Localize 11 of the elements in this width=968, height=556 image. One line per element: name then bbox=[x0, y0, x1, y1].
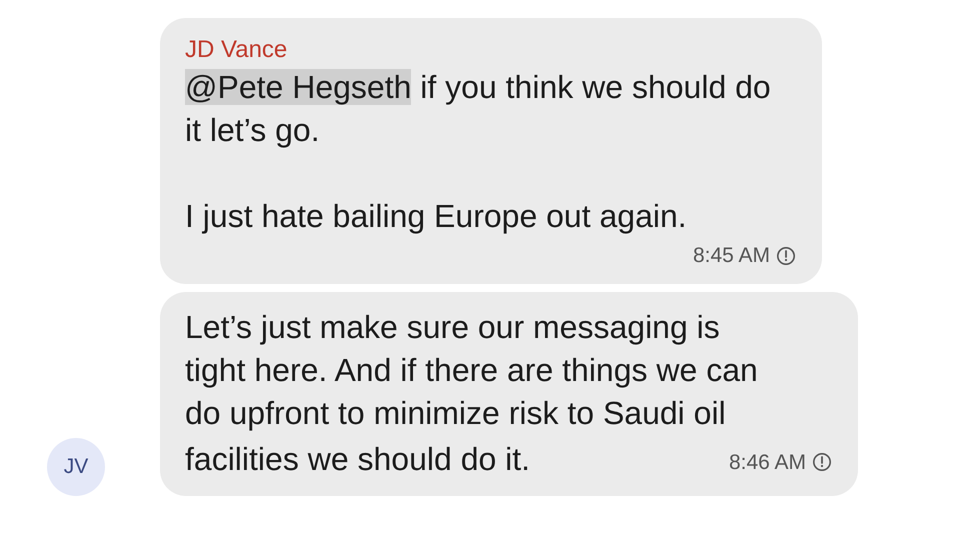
sender-name: JD Vance bbox=[185, 35, 288, 65]
timestamp: 8:46 AM bbox=[728, 450, 806, 476]
message-line: facilities we should do it. bbox=[185, 440, 530, 478]
message-text: @Pete Hegseth if you think we should do it let’s go. bbox=[185, 68, 772, 150]
mention-tag[interactable]: @Pete Hegseth bbox=[185, 69, 412, 105]
avatar[interactable]: JV bbox=[47, 438, 105, 496]
timestamp: 8:45 AM bbox=[692, 243, 770, 269]
message-line: do upfront to minimize risk to Saudi oil bbox=[185, 394, 726, 433]
message-line: Let’s just make sure our messaging is bbox=[185, 308, 720, 347]
message-line: tight here. And if there are things we can bbox=[185, 350, 758, 390]
message-text: I just hate bailing Europe out again. bbox=[185, 197, 688, 236]
